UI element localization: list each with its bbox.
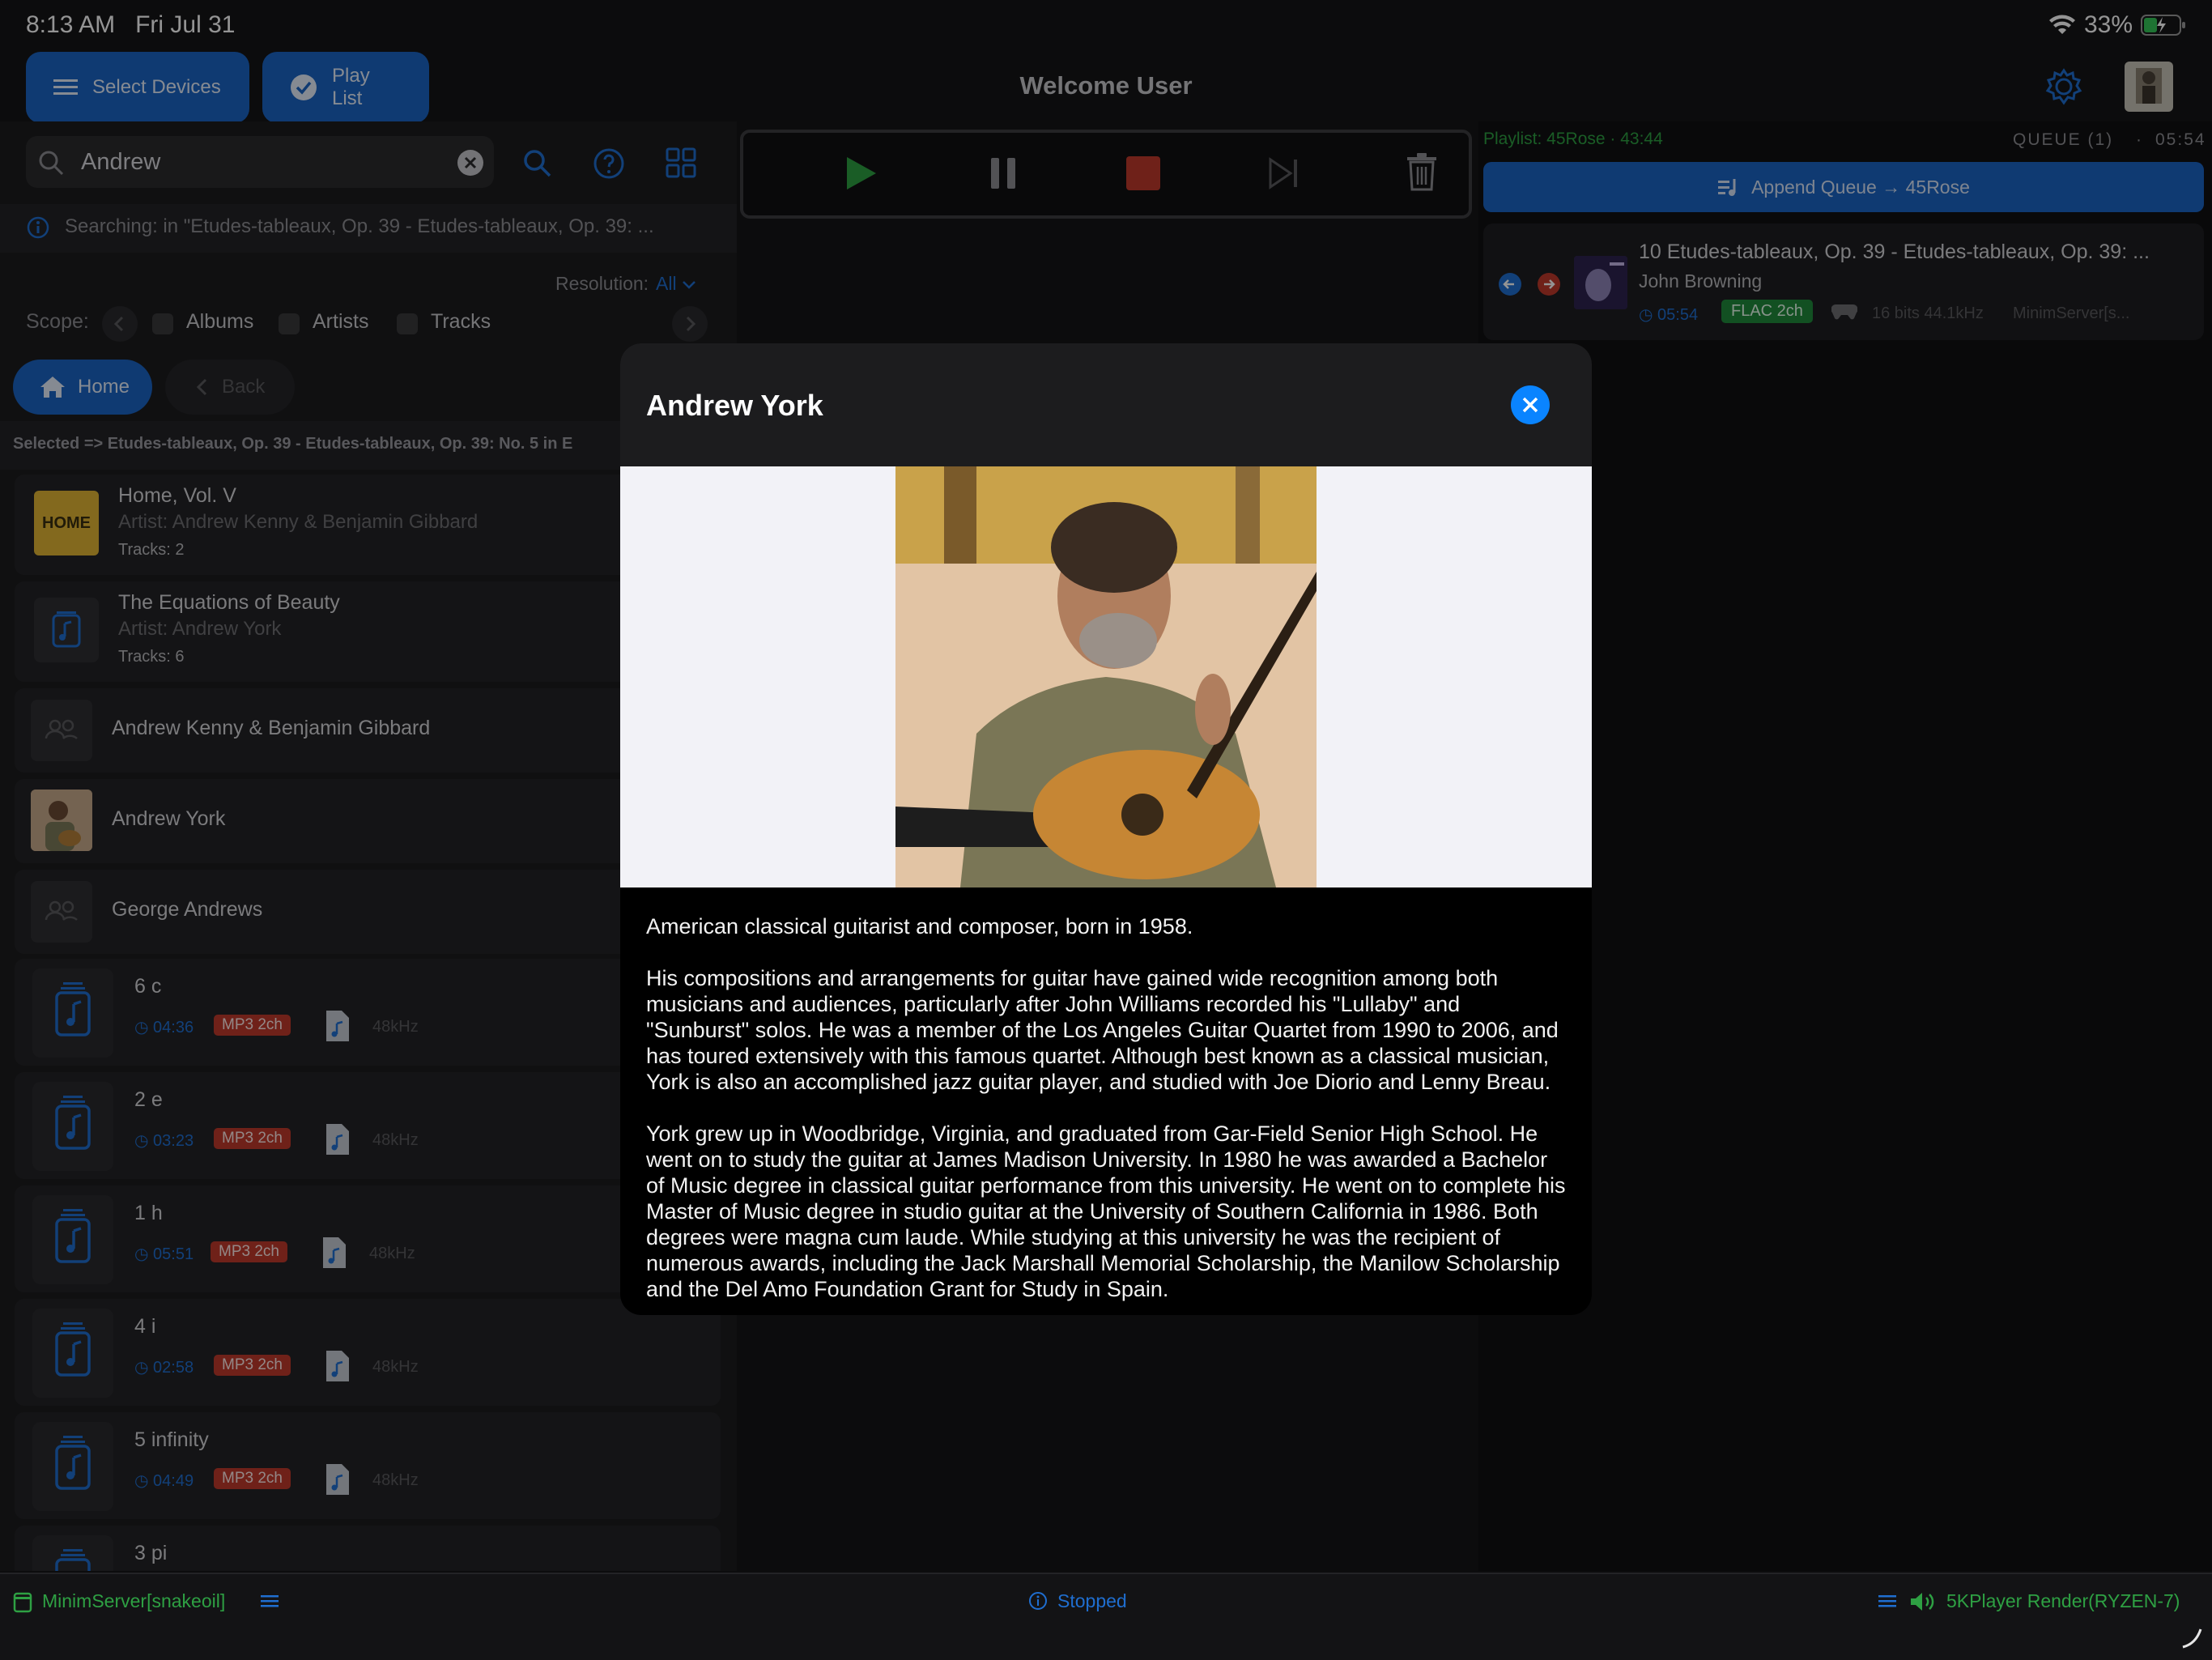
status-info-icon [1028, 1591, 1048, 1611]
speaker-icon [1909, 1590, 1937, 1613]
bottom-status-bar [0, 1573, 2212, 1660]
server-name[interactable]: MinimServer[snakeoil] [42, 1590, 225, 1612]
artist-photo [895, 466, 1317, 887]
resize-handle-icon[interactable] [2180, 1626, 2204, 1650]
bio-paragraph: His compositions and arrangements for gu… [646, 966, 1559, 1094]
playback-status: Stopped [1057, 1590, 1127, 1611]
bio-paragraph: American classical guitarist and compose… [646, 914, 1193, 939]
artist-info-modal: Andrew York American classical guitarist… [620, 343, 1592, 1315]
close-icon[interactable] [1511, 385, 1550, 424]
artist-bio: American classical guitarist and compose… [646, 913, 1566, 1302]
renderer-menu-icon[interactable] [1878, 1594, 1896, 1608]
modal-title: Andrew York [646, 389, 823, 422]
renderer-name[interactable]: 5KPlayer Render(RYZEN-7) [1946, 1590, 2180, 1612]
server-menu-icon[interactable] [261, 1594, 279, 1608]
bio-paragraph: York grew up in Woodbridge, Virginia, an… [646, 1122, 1566, 1301]
server-icon [13, 1592, 32, 1613]
